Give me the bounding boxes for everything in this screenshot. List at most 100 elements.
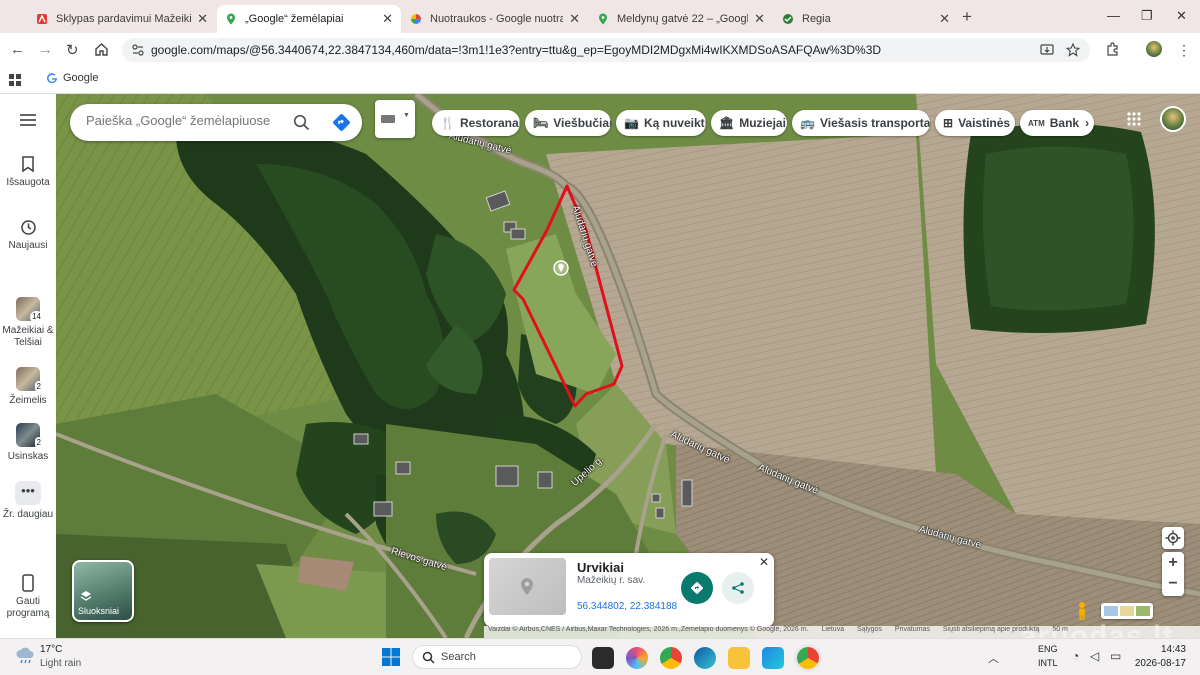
windows-start-icon[interactable] [382, 648, 400, 666]
language-secondary[interactable]: INTL [1038, 658, 1058, 668]
saved-button[interactable]: Išsaugota [0, 156, 56, 189]
edge-icon[interactable] [694, 647, 716, 669]
chip-banks[interactable]: ATM Bank › [1020, 110, 1094, 136]
forward-icon[interactable]: → [38, 41, 53, 58]
back-icon[interactable]: ← [10, 41, 25, 58]
reload-icon[interactable]: ↻ [66, 41, 79, 59]
tab-regia[interactable]: Regia ✕ [774, 5, 958, 33]
directions-icon[interactable] [332, 113, 351, 132]
bus-icon: 🚌 [800, 116, 815, 130]
battery-icon[interactable]: ▭ [1110, 649, 1121, 663]
bookmark-icon [22, 156, 34, 173]
tab-close-icon[interactable]: ✕ [754, 11, 765, 27]
menu-button[interactable] [0, 114, 56, 130]
attribution-link[interactable]: Sąlygos [857, 626, 882, 633]
browser-menu-icon[interactable]: ⋮ [1177, 42, 1191, 59]
chip-restaurants[interactable]: 🍴 Restoranai [432, 110, 520, 136]
wifi-icon[interactable]: ◔ [1072, 649, 1079, 663]
chevron-right-icon[interactable]: › [1085, 116, 1089, 130]
place-thumbnail: 2 [16, 367, 43, 393]
minimize-icon[interactable]: — [1107, 8, 1120, 23]
new-tab-button[interactable]: + [962, 7, 972, 27]
attribution-link[interactable]: Privatumas [895, 626, 930, 633]
place-info-card[interactable]: Urvikiai Mažeikių r. sav. 56.344802, 22.… [484, 553, 774, 627]
bookmarks-bar: Google [0, 67, 1200, 94]
store-icon[interactable] [762, 647, 784, 669]
chrome-active-icon[interactable] [797, 647, 819, 669]
weather-rain-icon[interactable] [15, 647, 35, 665]
close-card-icon[interactable]: ✕ [759, 555, 769, 569]
chip-hotels[interactable]: 🛏 Viešbučiai [525, 110, 611, 136]
search-input[interactable] [86, 113, 286, 128]
place-thumbnail: 2 [16, 423, 43, 449]
map-type-thumbnails[interactable] [1101, 603, 1153, 619]
file-explorer-icon[interactable] [728, 647, 750, 669]
place-pin-icon[interactable] [553, 260, 569, 276]
see-more-button[interactable]: ••• Žr. daugiau [0, 481, 56, 521]
extensions-icon[interactable] [1105, 42, 1120, 57]
google-apps-icon[interactable] [1127, 112, 1141, 126]
clock-date[interactable]: 2026-08-17 [1130, 658, 1186, 669]
tab-sklypas[interactable]: Sklypas pardavimui Mažeikiuose ✕ [28, 5, 216, 33]
recent-zeimelis[interactable]: 2 Žeimelis [0, 367, 56, 407]
clock-time[interactable]: 14:43 [1136, 644, 1186, 655]
recent-usinskas[interactable]: 2 Usinskas [0, 423, 56, 463]
recent-button[interactable]: Naujausi [0, 219, 56, 252]
zoom-controls: + − [1162, 552, 1184, 596]
directions-button[interactable] [681, 572, 713, 604]
address-bar[interactable]: google.com/maps/@56.3440674,22.3847134,4… [122, 38, 1090, 62]
install-app-icon[interactable] [1040, 43, 1054, 57]
taskbar-search[interactable]: Search [412, 645, 582, 669]
atm-icon: ATM [1028, 118, 1045, 128]
tab-google-photos[interactable]: Nuotraukos - Google nuotraukos ✕ [402, 5, 588, 33]
bookmark-google[interactable]: Google [46, 72, 98, 84]
recent-mazeikiai[interactable]: 14 Mažeikiai & Telšiai [0, 297, 56, 349]
pegman-icon[interactable] [1073, 601, 1091, 621]
account-avatar[interactable] [1160, 106, 1186, 132]
museum-icon: 🏛 [719, 116, 735, 130]
tab-close-icon[interactable]: ✕ [197, 11, 208, 27]
place-coordinates[interactable]: 56.344802, 22.384188 [577, 601, 677, 612]
profile-avatar[interactable] [1146, 41, 1162, 57]
map-thumb [1104, 606, 1118, 616]
tab-google-maps[interactable]: „Google“ žemėlapiai ✕ [217, 5, 401, 33]
zoom-out-button[interactable]: − [1162, 574, 1184, 596]
place-thumbnail: 14 [16, 297, 43, 323]
search-icon[interactable] [293, 114, 310, 131]
layers-button[interactable]: Sluoksniai [72, 560, 134, 622]
tab-close-icon[interactable]: ✕ [939, 11, 950, 27]
tab-meldynu[interactable]: Meldynų gatvė 22 – „Google“ že ✕ [589, 5, 773, 33]
attribution-text: Vaizdai © Airbus,CNES / Airbus,Maxar Tec… [488, 626, 809, 633]
tab-close-icon[interactable]: ✕ [569, 11, 580, 27]
attribution-link[interactable]: Lietuva [822, 626, 845, 633]
volume-icon[interactable]: ◁ [1090, 649, 1099, 663]
copilot-icon[interactable] [626, 647, 648, 669]
chip-things-to-do[interactable]: 📷 Ką nuveikti [616, 110, 706, 136]
recent-label: Naujausi [8, 240, 48, 251]
share-button[interactable] [722, 572, 754, 604]
chip-transit[interactable]: 🚌 Viešasis transportas [792, 110, 930, 136]
close-window-icon[interactable]: ✕ [1176, 8, 1187, 24]
zoom-in-button[interactable]: + [1162, 552, 1184, 574]
maps-search-box[interactable] [70, 104, 362, 141]
restore-icon[interactable]: ❐ [1141, 8, 1153, 24]
chip-museums[interactable]: 🏛 Muziejai [711, 110, 787, 136]
get-app-button[interactable]: Gauti programą [0, 574, 56, 620]
tab-strip: Sklypas pardavimui Mažeikiuose ✕ „Google… [0, 0, 1200, 33]
keyboard-input-button[interactable]: ▼ [375, 100, 415, 138]
site-info-icon[interactable] [131, 43, 145, 57]
task-view-icon[interactable] [592, 647, 614, 669]
apps-grid-icon[interactable] [9, 74, 21, 86]
language-primary[interactable]: ENG [1038, 644, 1058, 654]
tab-title: Meldynų gatvė 22 – „Google“ že [617, 13, 749, 25]
home-icon[interactable] [94, 42, 109, 57]
chip-pharmacies[interactable]: ⊞ Vaistinės [935, 110, 1015, 136]
tab-close-icon[interactable]: ✕ [382, 11, 393, 27]
tab-title: Sklypas pardavimui Mažeikiuose [56, 13, 191, 25]
tray-chevron-icon[interactable]: ︿ [988, 650, 999, 666]
bookmark-star-icon[interactable] [1066, 43, 1080, 57]
maps-pin-icon [599, 13, 607, 25]
chrome-icon[interactable] [660, 647, 682, 669]
my-location-button[interactable] [1162, 527, 1184, 549]
taskbar-search-label: Search [441, 651, 476, 663]
